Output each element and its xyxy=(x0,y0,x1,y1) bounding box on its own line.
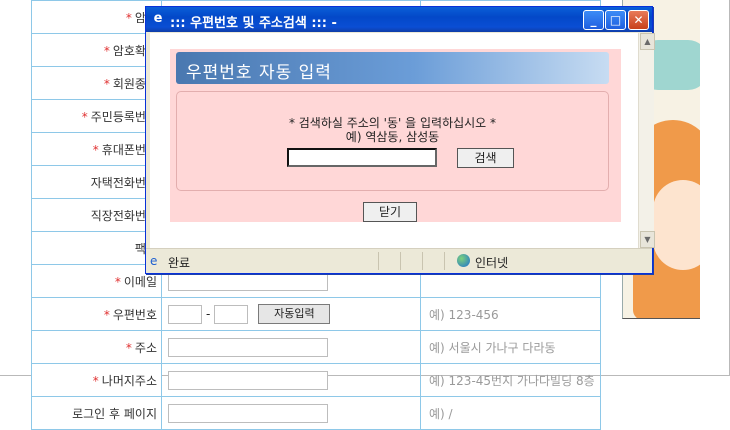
form-label-cell: 로그인 후 페이지 xyxy=(31,396,162,430)
form-label-cell: * 주민등록번호 xyxy=(31,99,162,133)
form-label-cell: * 나머지주소 xyxy=(31,363,162,397)
form-row: 로그인 후 페이지 예) / xyxy=(31,396,601,430)
form-row: * 나머지주소 예) 123-45번지 가나다빌딩 8층 xyxy=(31,363,601,397)
form-hint: 예) 123-456 xyxy=(420,297,601,331)
search-button[interactable]: 검색 xyxy=(457,148,514,168)
status-bar: e 완료 인터넷 xyxy=(146,248,652,273)
required-star: * xyxy=(125,340,132,355)
form-hint: 예) / xyxy=(420,396,601,430)
internet-zone-globe-icon xyxy=(457,254,470,267)
form-input[interactable] xyxy=(168,271,328,291)
vertical-scrollbar[interactable]: ▲ ▼ xyxy=(638,33,655,248)
close-button[interactable]: 닫기 xyxy=(363,202,417,222)
status-separator xyxy=(422,252,423,270)
form-label: 이메일 xyxy=(123,274,157,289)
required-star: * xyxy=(92,142,99,157)
close-window-button[interactable]: ✕ xyxy=(628,10,649,30)
required-star: * xyxy=(103,307,110,322)
zip-second-input[interactable] xyxy=(214,304,249,324)
dong-search-input[interactable] xyxy=(287,148,437,167)
zipcode-popup-window: e ::: 우편번호 및 주소검색 ::: - _ □ ✕ 우편번호 자동 입력… xyxy=(145,6,655,274)
required-star: * xyxy=(81,109,88,124)
form-field-cell xyxy=(161,330,421,364)
form-field-cell: - 자동입력 xyxy=(161,297,421,331)
form-label: 주소 xyxy=(134,340,157,355)
form-label-cell: * 우편번호 xyxy=(31,297,162,331)
banner-title: 우편번호 자동 입력 xyxy=(186,63,332,83)
form-label-cell: * 이메일 xyxy=(31,264,162,298)
required-star: * xyxy=(103,43,110,58)
security-zone-text: 인터넷 xyxy=(475,256,509,270)
required-star: * xyxy=(114,274,121,289)
form-label-cell: 팩스 xyxy=(31,231,162,265)
form-input[interactable] xyxy=(168,337,328,357)
form-hint: 예) 123-45번지 가나다빌딩 8층 xyxy=(420,363,601,397)
form-hint: 예) 서울시 가나구 다라동 xyxy=(420,330,601,364)
form-input[interactable] xyxy=(168,370,328,390)
zipcode-search-panel: 우편번호 자동 입력 * 검색하실 주소의 '동' 을 입력하십시오 * 예) … xyxy=(170,49,621,222)
form-label: 로그인 후 페이지 xyxy=(72,406,157,421)
scroll-down-arrow-icon[interactable]: ▼ xyxy=(640,231,655,248)
form-row: * 주소 예) 서울시 가나구 다라동 xyxy=(31,330,601,364)
status-separator xyxy=(444,252,445,270)
zip-dash: - xyxy=(206,306,211,321)
required-star: * xyxy=(103,76,110,91)
maximize-button[interactable]: □ xyxy=(605,10,626,30)
scroll-up-arrow-icon[interactable]: ▲ xyxy=(640,33,655,50)
right-margin xyxy=(700,0,729,375)
zip-auto-input-button[interactable]: 자동입력 xyxy=(258,304,331,324)
form-row: * 우편번호 - 자동입력 예) 123-456 xyxy=(31,297,601,331)
status-separator xyxy=(400,252,401,270)
status-separator xyxy=(378,252,379,270)
form-label-cell: * 암호확인 xyxy=(31,33,162,67)
form-field-cell xyxy=(161,363,421,397)
popup-title: ::: 우편번호 및 주소검색 ::: - xyxy=(170,16,337,31)
illustration-face xyxy=(653,180,701,270)
form-label-cell: 직장전화번호 xyxy=(31,198,162,232)
form-label-cell: 자택전화번호 xyxy=(31,165,162,199)
page-done-icon: e xyxy=(150,254,158,268)
form-input[interactable] xyxy=(168,403,328,423)
form-label: 우편번호 xyxy=(112,307,157,322)
status-text: 완료 xyxy=(168,256,191,270)
minimize-button[interactable]: _ xyxy=(583,10,604,30)
form-label-cell: *암호 xyxy=(31,0,162,34)
form-field-cell xyxy=(161,396,421,430)
popup-titlebar[interactable]: e ::: 우편번호 및 주소검색 ::: - _ □ ✕ xyxy=(146,7,652,32)
zip-first-input[interactable] xyxy=(168,304,202,324)
zipcode-banner: 우편번호 자동 입력 xyxy=(176,52,609,84)
search-box: * 검색하실 주소의 '동' 을 입력하십시오 * 예) 역삼동, 삼성동 검색 xyxy=(176,91,609,191)
internet-explorer-icon: e xyxy=(153,11,163,26)
search-example-text: 예) 역삼동, 삼성동 xyxy=(345,130,440,144)
form-label-cell: * 회원종류 xyxy=(31,66,162,100)
required-star: * xyxy=(125,10,132,25)
popup-client-area: 우편번호 자동 입력 * 검색하실 주소의 '동' 을 입력하십시오 * 예) … xyxy=(150,33,655,248)
form-label-cell: * 휴대폰번호 xyxy=(31,132,162,166)
form-label-cell: * 주소 xyxy=(31,330,162,364)
